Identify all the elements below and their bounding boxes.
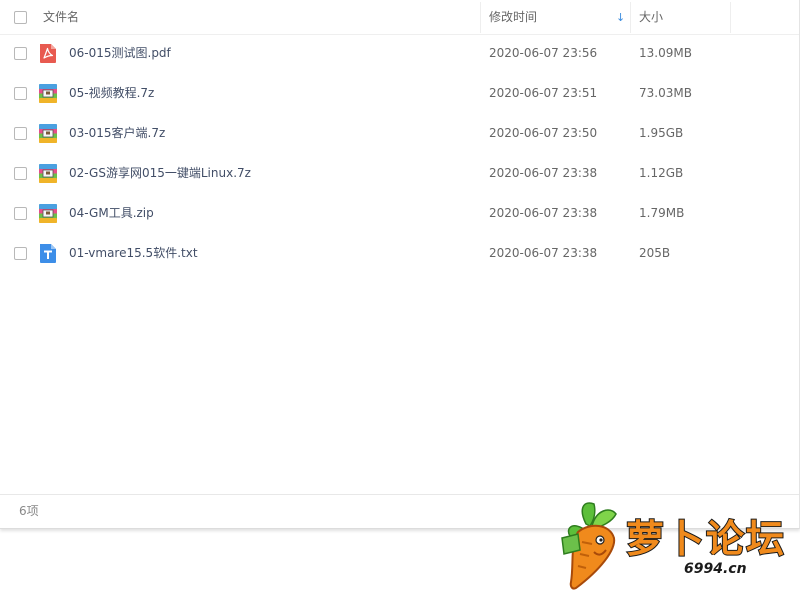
column-header-size[interactable]: 大小 bbox=[639, 0, 663, 34]
file-row[interactable]: 05-视频教程.7z 2020-06-07 23:51 73.03MB bbox=[0, 73, 799, 113]
file-name[interactable]: 01-vmare15.5软件.txt bbox=[69, 233, 198, 273]
file-modified-time: 2020-06-07 23:38 bbox=[489, 166, 598, 180]
archive-file-icon bbox=[39, 164, 57, 183]
brand-url: 6994.cn bbox=[684, 561, 747, 577]
file-size: 73.03MB bbox=[639, 86, 692, 100]
item-count: 6项 bbox=[19, 504, 39, 518]
sort-descending-arrow-icon[interactable]: ↓ bbox=[616, 0, 625, 34]
file-modified-time: 2020-06-07 23:56 bbox=[489, 46, 598, 60]
file-row[interactable]: 04-GM工具.zip 2020-06-07 23:38 1.79MB bbox=[0, 193, 799, 233]
column-divider[interactable] bbox=[730, 2, 731, 33]
file-modified-time: 2020-06-07 23:50 bbox=[489, 126, 598, 140]
column-divider[interactable] bbox=[480, 2, 481, 33]
carrot-logo-icon bbox=[561, 502, 617, 590]
file-modified-time: 2020-06-07 23:51 bbox=[489, 86, 598, 100]
row-checkbox[interactable] bbox=[14, 247, 27, 260]
file-size: 1.79MB bbox=[639, 206, 685, 220]
file-name[interactable]: 02-GS游享网015一键端Linux.7z bbox=[69, 153, 251, 193]
archive-file-icon bbox=[39, 84, 57, 103]
brand-wordmark: 萝卜论坛 bbox=[625, 516, 786, 562]
file-modified-time: 2020-06-07 23:38 bbox=[489, 246, 598, 260]
pdf-file-icon bbox=[40, 44, 56, 63]
file-row[interactable]: 03-015客户端.7z 2020-06-07 23:50 1.95GB bbox=[0, 113, 799, 153]
brand-wordmark-text: 萝卜论坛 bbox=[626, 517, 786, 561]
row-checkbox[interactable] bbox=[14, 127, 27, 140]
text-file-icon bbox=[40, 244, 56, 263]
file-name[interactable]: 04-GM工具.zip bbox=[69, 193, 154, 233]
file-size: 205B bbox=[639, 246, 671, 260]
file-row[interactable]: 01-vmare15.5软件.txt 2020-06-07 23:38 205B bbox=[0, 233, 799, 273]
file-name[interactable]: 06-015测试图.pdf bbox=[69, 33, 171, 73]
select-all-checkbox[interactable] bbox=[14, 11, 27, 24]
file-list-panel: 文件名 修改时间 ↓ 大小 06-015测试图.pdf 2020-06-07 2… bbox=[0, 0, 800, 529]
file-modified-time: 2020-06-07 23:38 bbox=[489, 206, 598, 220]
file-row[interactable]: 06-015测试图.pdf 2020-06-07 23:56 13.09MB bbox=[0, 33, 799, 73]
row-checkbox[interactable] bbox=[14, 87, 27, 100]
watermark-logo: 萝卜论坛 6994.cn bbox=[556, 498, 800, 594]
file-size: 1.12GB bbox=[639, 166, 684, 180]
file-name[interactable]: 05-视频教程.7z bbox=[69, 73, 154, 113]
column-header-modified[interactable]: 修改时间 bbox=[489, 0, 537, 34]
file-list-header: 文件名 修改时间 ↓ 大小 bbox=[0, 0, 799, 35]
app-window: 文件名 修改时间 ↓ 大小 06-015测试图.pdf 2020-06-07 2… bbox=[0, 0, 800, 600]
column-divider[interactable] bbox=[630, 2, 631, 33]
file-size: 13.09MB bbox=[639, 46, 692, 60]
file-name[interactable]: 03-015客户端.7z bbox=[69, 113, 165, 153]
file-size: 1.95GB bbox=[639, 126, 684, 140]
row-checkbox[interactable] bbox=[14, 47, 27, 60]
archive-file-icon bbox=[39, 124, 57, 143]
column-header-name[interactable]: 文件名 bbox=[43, 0, 79, 34]
row-checkbox[interactable] bbox=[14, 167, 27, 180]
row-checkbox[interactable] bbox=[14, 207, 27, 220]
archive-file-icon bbox=[39, 204, 57, 223]
file-row[interactable]: 02-GS游享网015一键端Linux.7z 2020-06-07 23:38 … bbox=[0, 153, 799, 193]
